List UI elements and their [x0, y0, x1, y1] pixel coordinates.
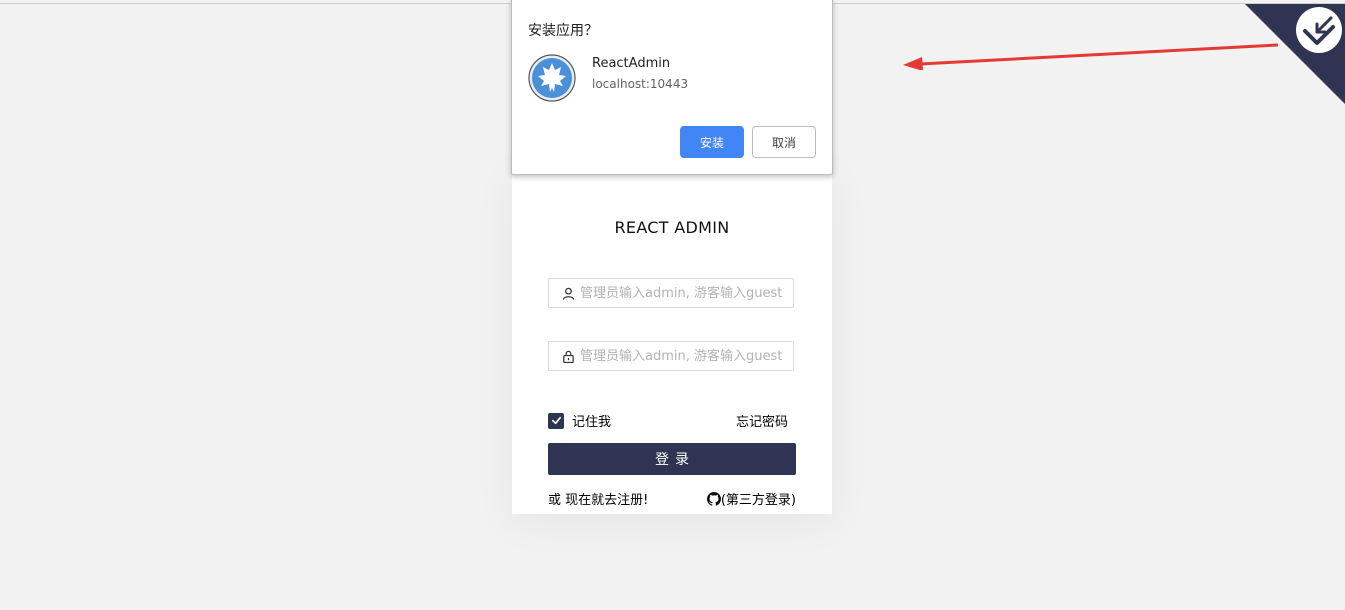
remember-row: 记住我 忘记密码	[548, 411, 796, 430]
github-icon	[706, 491, 721, 506]
forgot-password-link[interactable]: 忘记密码	[736, 411, 788, 430]
user-icon	[560, 285, 576, 301]
login-card: REACT ADMIN 记住我 忘记密码 登录 或 现在就去注册! (第三方登录…	[512, 170, 832, 514]
remember-label: 记住我	[572, 415, 612, 430]
login-button[interactable]: 登录	[548, 443, 796, 475]
footer-row: 或 现在就去注册! (第三方登录)	[548, 489, 796, 508]
username-field[interactable]	[548, 278, 794, 308]
annotation-arrow	[903, 43, 1279, 70]
username-input[interactable]	[580, 280, 793, 306]
corner-arrow-icon	[1296, 7, 1342, 53]
checkbox-checked-icon	[548, 412, 564, 429]
lock-icon	[560, 348, 576, 364]
login-title: REACT ADMIN	[614, 218, 730, 237]
cancel-button[interactable]: 取消	[752, 126, 816, 158]
third-party-label: (第三方登录)	[720, 493, 796, 508]
install-app-dialog: 安装应用？ ReactAdmin localhost:10443 安装 取消	[511, 0, 833, 175]
dialog-title: 安装应用？	[528, 23, 598, 39]
app-logo-icon	[528, 54, 576, 102]
password-field[interactable]	[548, 341, 794, 371]
install-button[interactable]: 安装	[680, 126, 744, 158]
app-name: ReactAdmin	[592, 56, 671, 71]
third-party-login-link[interactable]: (第三方登录)	[706, 489, 796, 508]
app-origin: localhost:10443	[592, 77, 689, 91]
remember-checkbox[interactable]: 记住我	[548, 411, 611, 430]
password-input[interactable]	[580, 343, 793, 369]
register-link[interactable]: 或 现在就去注册!	[548, 489, 648, 508]
